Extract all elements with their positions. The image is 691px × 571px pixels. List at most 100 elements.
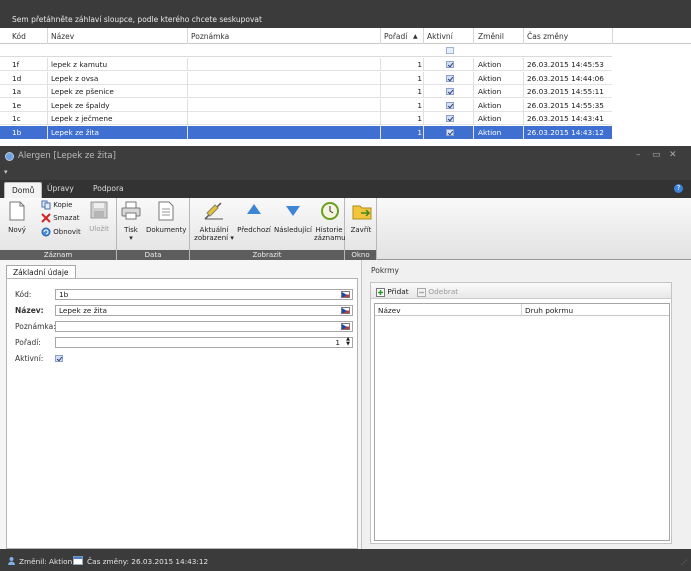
- dishes-toolbar: Přidat Odebrat: [371, 283, 671, 299]
- column-header-name[interactable]: Název: [51, 32, 74, 41]
- ribbon-group-label-data: Data: [117, 250, 189, 260]
- ribbon-group-label-view: Zobrazit: [190, 250, 344, 260]
- table-row[interactable]: 1a Lepek ze pšenice 1 Aktion 26.03.2015 14:5…: [0, 85, 612, 98]
- ribbon-group-label-record: Záznam: [0, 250, 116, 260]
- content-area: Základní údaje Kód: 1b Název: Lepek ze ž…: [0, 260, 691, 549]
- documents-button[interactable]: Dokumenty: [146, 201, 186, 249]
- cell-code: 1e: [12, 100, 22, 110]
- close-window-button[interactable]: ✕: [669, 150, 677, 160]
- cell-changed-by: Aktion: [478, 100, 502, 110]
- minimize-button[interactable]: –: [636, 150, 641, 160]
- spin-arrows-icon[interactable]: ▲ ▼: [346, 337, 350, 347]
- dishes-container: Přidat Odebrat Název Druh pokrmu: [370, 282, 672, 544]
- resize-grip-icon[interactable]: ⋰: [681, 559, 687, 566]
- close-button[interactable]: Zavřít: [348, 201, 374, 249]
- copy-button[interactable]: Kopie: [41, 200, 72, 211]
- previous-button[interactable]: Předchozí: [237, 201, 271, 249]
- help-icon[interactable]: ?: [674, 184, 683, 193]
- ribbon-group-data: Tisk ▾ Dokumenty Data: [117, 198, 190, 260]
- next-button[interactable]: Následující: [273, 201, 313, 249]
- cell-code: 1c: [12, 114, 21, 123]
- remove-icon: [417, 287, 426, 297]
- grid-header: Kód Název Poznámka Pořadí ▲ Aktivní Změn…: [0, 28, 691, 44]
- cell-changed-at: 26.03.2015 14:45:53: [527, 60, 604, 69]
- print-dropdown-icon: ▾: [129, 234, 133, 242]
- cell-active-checkbox[interactable]: [446, 128, 454, 136]
- table-row[interactable]: 1e Lepek ze špaldy 1 Aktion 26.03.2015 14:55…: [0, 98, 612, 112]
- column-header-dish-kind[interactable]: Druh pokrmu: [525, 306, 573, 315]
- quick-access-dropdown-icon[interactable]: ▾: [4, 168, 8, 176]
- table-row[interactable]: 1d Lepek z ovsa 1 Aktion 26.03.2015 14:44:06: [0, 71, 612, 85]
- dishes-panel: Pokrmy Přidat Odebrat Název Druh pokrmu: [364, 260, 691, 549]
- language-flag-icon[interactable]: [341, 307, 350, 314]
- add-dish-button[interactable]: Přidat: [376, 287, 409, 297]
- name-field[interactable]: Lepek ze žita: [55, 305, 353, 316]
- column-header-changed-by[interactable]: Změnil: [478, 32, 504, 41]
- dishes-table[interactable]: Název Druh pokrmu: [374, 303, 670, 541]
- active-label: Aktivní:: [15, 354, 44, 363]
- active-filter-checkbox[interactable]: [446, 47, 454, 54]
- ribbon-group-record: Nový Kopie Smazat Obnovit Uložit Záznam: [0, 198, 117, 260]
- history-clock-icon: [321, 202, 339, 220]
- cell-changed-at: 26.03.2015 14:43:41: [527, 114, 604, 123]
- column-header-dish-name[interactable]: Název: [378, 306, 401, 315]
- column-header-code[interactable]: Kód: [12, 32, 26, 41]
- column-header-order[interactable]: Pořadí: [384, 32, 407, 41]
- add-icon: [376, 287, 385, 297]
- group-by-panel[interactable]: Sem přetáhněte záhlaví sloupce, podle kt…: [0, 0, 691, 28]
- save-button[interactable]: Uložit: [87, 201, 111, 249]
- language-flag-icon[interactable]: [341, 291, 350, 298]
- title-bar[interactable]: Alergen [Lepek ze žita] – ▭ ✕: [0, 146, 691, 166]
- remove-dish-button[interactable]: Odebrat: [417, 287, 458, 297]
- cell-code: 1b: [12, 127, 22, 137]
- record-history-button[interactable]: Historie záznamu: [314, 201, 346, 249]
- cell-name: Lepek ze špaldy: [51, 100, 110, 110]
- note-field[interactable]: [55, 321, 353, 332]
- table-row[interactable]: 1c Lepek z ječmene 1 Aktion 26.03.2015 14:43…: [0, 112, 612, 125]
- cell-order: 1: [417, 73, 422, 83]
- basic-info-form: Kód: 1b Název: Lepek ze žita Poznámka: P…: [6, 278, 358, 549]
- ribbon-group-view: Aktuální zobrazení ▾ Předchozí Následují…: [190, 198, 346, 260]
- basic-info-panel: Základní údaje Kód: 1b Název: Lepek ze ž…: [0, 260, 362, 549]
- app-icon: [5, 152, 14, 161]
- ribbon-group-label-window: Okno: [345, 250, 376, 260]
- tab-edit[interactable]: Úpravy: [47, 184, 74, 193]
- refresh-button[interactable]: Obnovit: [41, 227, 81, 238]
- filter-row[interactable]: [0, 44, 612, 57]
- delete-x-icon: [41, 213, 51, 223]
- name-label: Název:: [15, 306, 44, 315]
- cell-active-checkbox[interactable]: [446, 115, 454, 122]
- folder-exit-icon: [352, 205, 372, 220]
- table-row[interactable]: 1b Lepek ze žita 1 Aktion 26.03.2015 14:43:1…: [0, 125, 612, 139]
- cell-changed-by: Aktion: [478, 127, 502, 137]
- print-button[interactable]: Tisk ▾: [120, 201, 142, 249]
- current-view-dropdown-icon: ▾: [230, 234, 234, 242]
- user-icon: [8, 557, 15, 565]
- tab-home[interactable]: Domů: [4, 182, 43, 198]
- ribbon-group-window: Zavřít Okno: [345, 198, 377, 260]
- quick-access-toolbar: ▾: [0, 166, 691, 180]
- new-button[interactable]: Nový: [3, 201, 31, 249]
- column-header-note[interactable]: Poznámka: [191, 32, 229, 41]
- order-stepper[interactable]: 1 ▲ ▼: [55, 337, 353, 348]
- new-document-icon: [9, 201, 25, 221]
- active-checkbox[interactable]: [55, 355, 63, 362]
- group-by-hint: Sem přetáhněte záhlaví sloupce, podle kt…: [12, 15, 262, 24]
- maximize-button[interactable]: ▭: [652, 150, 661, 160]
- current-view-button[interactable]: Aktuální zobrazení ▾: [192, 201, 236, 249]
- cell-changed-by: Aktion: [478, 73, 502, 83]
- cell-active-checkbox[interactable]: [446, 101, 454, 109]
- cell-order: 1: [417, 60, 422, 69]
- cell-changed-by: Aktion: [478, 60, 502, 69]
- cell-active-checkbox[interactable]: [446, 88, 454, 95]
- column-header-changed-at[interactable]: Čas změny: [527, 32, 568, 41]
- tab-support[interactable]: Podpora: [93, 184, 124, 193]
- tab-basic-info[interactable]: Základní údaje: [6, 265, 76, 279]
- cell-active-checkbox[interactable]: [446, 74, 454, 82]
- language-flag-icon[interactable]: [341, 323, 350, 330]
- cell-active-checkbox[interactable]: [446, 61, 454, 68]
- delete-button[interactable]: Smazat: [41, 213, 80, 224]
- table-row[interactable]: 1f lepek z kamutu 1 Aktion 26.03.2015 14:45:…: [0, 58, 612, 71]
- code-field[interactable]: 1b: [55, 289, 353, 300]
- column-header-active[interactable]: Aktivní: [427, 32, 453, 41]
